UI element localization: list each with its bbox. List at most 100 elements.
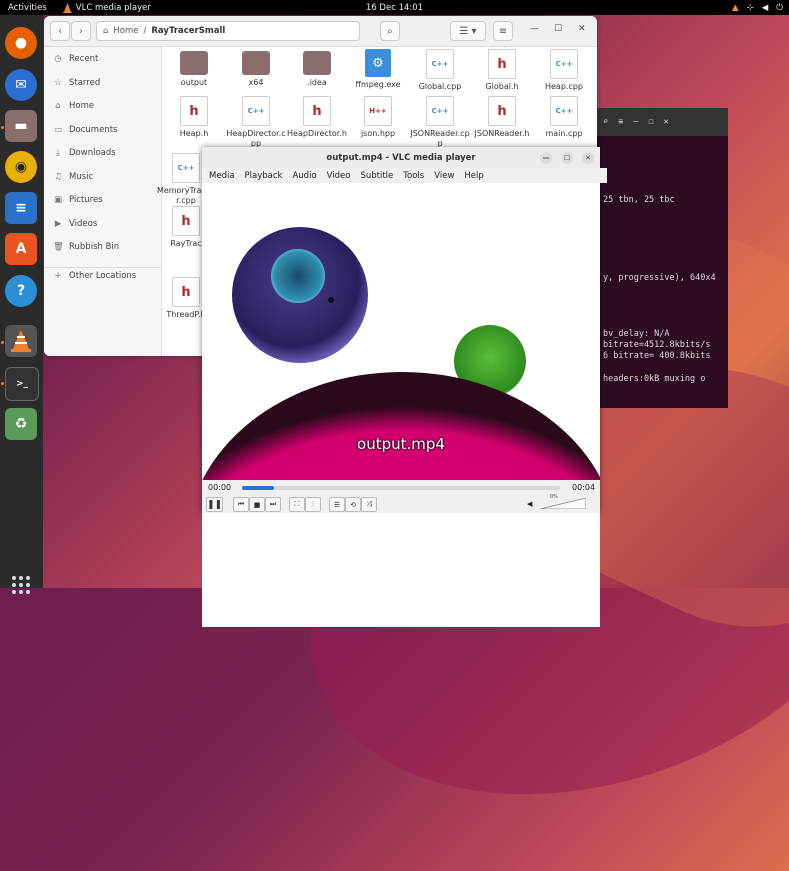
file-item[interactable]: output: [163, 49, 225, 88]
sidebar-item-documents[interactable]: ▭ Documents: [53, 125, 117, 135]
sidebar-item-label: Documents: [69, 125, 118, 135]
system-tray[interactable]: ▲ ⊹ ◀ ⏻: [732, 3, 783, 13]
playlist-button[interactable]: ☰: [329, 497, 345, 512]
sidebar-item-downloads[interactable]: ⤓ Downloads: [53, 148, 116, 158]
running-indicator: [1, 382, 4, 385]
star-icon: ☆: [54, 78, 62, 88]
maximize-icon[interactable]: ☐: [561, 152, 573, 164]
loop-button[interactable]: ⟲: [345, 497, 361, 512]
file-item[interactable]: C++ JSONReader.cpp: [409, 96, 471, 149]
vlc-titlebar[interactable]: output.mp4 - VLC media player — ☐ ✕: [202, 147, 600, 168]
menu-playback[interactable]: Playback: [245, 171, 283, 181]
power-icon[interactable]: ⏻: [776, 3, 783, 13]
terminal-icon[interactable]: >_: [5, 367, 39, 401]
sidebar-item-pictures[interactable]: ▣ Pictures: [53, 195, 103, 205]
fullscreen-button[interactable]: ⛶: [289, 497, 305, 512]
file-item[interactable]: h Heap.h: [163, 96, 225, 139]
software-center-icon[interactable]: A: [5, 233, 37, 265]
previous-button[interactable]: ⏮: [233, 497, 249, 512]
clock[interactable]: 16 Dec 14:01: [366, 3, 423, 13]
sidebar-item-rubbish-bin[interactable]: 🗑 Rubbish Bin: [53, 242, 119, 252]
sidebar-item-home[interactable]: ⌂ Home: [53, 101, 94, 111]
file-item[interactable]: C++ Heap.cpp: [533, 49, 595, 92]
video-area[interactable]: output.mp4: [202, 183, 600, 627]
file-item[interactable]: H++ json.hpp: [347, 96, 409, 139]
file-item[interactable]: h Global.h: [471, 49, 533, 92]
sidebar-item-starred[interactable]: ☆ Starred: [53, 78, 100, 88]
seek-bar[interactable]: [242, 486, 560, 490]
gear-icon: ⚙: [365, 49, 391, 77]
trash-icon[interactable]: ♻: [5, 408, 37, 440]
writer-icon[interactable]: ≡: [5, 192, 37, 224]
menu-subtitle[interactable]: Subtitle: [360, 171, 393, 181]
breadcrumb-current[interactable]: RayTracerSmall: [151, 26, 225, 36]
network-icon[interactable]: ⊹: [747, 3, 754, 13]
volume-icon[interactable]: ◀: [762, 3, 769, 13]
extended-settings-button[interactable]: ⫶: [305, 497, 321, 512]
rhythmbox-icon[interactable]: ◉: [5, 151, 37, 183]
close-icon[interactable]: ✕: [582, 152, 594, 164]
breadcrumb-home[interactable]: Home: [113, 26, 138, 36]
file-item[interactable]: .idea: [286, 49, 348, 88]
forward-button[interactable]: ›: [71, 21, 91, 41]
vlc-icon[interactable]: [5, 325, 37, 357]
terminal-line: 25 tbn, 25 tbc: [603, 195, 675, 205]
close-icon[interactable]: ✕: [664, 117, 669, 127]
menu-button[interactable]: ≡: [493, 21, 513, 41]
maximize-icon[interactable]: ☐: [554, 24, 562, 34]
stop-button[interactable]: ■: [249, 497, 265, 512]
warning-icon[interactable]: ▲: [732, 3, 739, 13]
next-button[interactable]: ⏭: [265, 497, 281, 512]
menu-video[interactable]: Video: [327, 171, 351, 181]
sidebar-item-other-locations[interactable]: + Other Locations: [53, 271, 136, 281]
sidebar-item-recent[interactable]: ◷ Recent: [53, 54, 98, 64]
sidebar-item-videos[interactable]: ▶ Videos: [53, 219, 98, 229]
file-item[interactable]: ⚙ ffmpeg.exe: [347, 49, 409, 90]
cpp-file-icon: C++: [550, 49, 578, 79]
activities-button[interactable]: Activities: [0, 3, 55, 13]
file-item[interactable]: C++ Global.cpp: [409, 49, 471, 92]
minimize-icon[interactable]: —: [540, 152, 552, 164]
file-item[interactable]: C++ HeapDirector.cpp: [225, 96, 287, 149]
sidebar-item-label: Videos: [69, 219, 98, 229]
pause-button[interactable]: ❚❚: [206, 497, 223, 512]
search-icon[interactable]: ⌕: [603, 117, 608, 127]
firefox-icon[interactable]: ●: [5, 27, 37, 59]
speaker-icon[interactable]: ◀: [527, 500, 532, 508]
file-item[interactable]: C++ main.cpp: [533, 96, 595, 139]
file-item[interactable]: h JSONReader.h: [471, 96, 533, 139]
search-button[interactable]: ⌕: [380, 21, 400, 41]
file-label: JSONReader.cpp: [410, 129, 470, 148]
trash-icon: 🗑: [53, 242, 64, 252]
file-label: Heap.h: [179, 129, 209, 138]
breadcrumb[interactable]: ⌂ Home / RayTracerSmall: [96, 21, 360, 41]
vlc-cone-icon: [62, 2, 72, 13]
sidebar-item-music[interactable]: ♫ Music: [53, 172, 93, 182]
vlc-window[interactable]: output.mp4 - VLC media player — ☐ ✕ Medi…: [202, 147, 607, 627]
terminal-line: headers:0kB muxing o: [603, 374, 706, 384]
volume-percent: 0%: [550, 494, 558, 500]
menu-audio[interactable]: Audio: [292, 171, 316, 181]
minimize-icon[interactable]: —: [530, 24, 539, 34]
menu-help[interactable]: Help: [464, 171, 483, 181]
file-item[interactable]: x64: [225, 49, 287, 88]
shuffle-button[interactable]: ⤨: [361, 497, 377, 512]
menu-media[interactable]: Media: [209, 171, 235, 181]
app-menu[interactable]: VLC media player: [62, 2, 151, 13]
terminal-window[interactable]: ⌕ ≡ — ☐ ✕ 25 tbn, 25 tbc y, progressive)…: [597, 108, 728, 408]
show-apps-button[interactable]: [12, 576, 30, 594]
file-item[interactable]: h HeapDirector.h: [286, 96, 348, 139]
cpp-file-icon: C++: [426, 96, 454, 126]
menu-view[interactable]: View: [434, 171, 454, 181]
menu-tools[interactable]: Tools: [403, 171, 424, 181]
back-button[interactable]: ‹: [50, 21, 70, 41]
minimize-icon[interactable]: —: [633, 117, 638, 127]
menu-icon[interactable]: ≡: [618, 117, 623, 127]
view-toggle-button[interactable]: ☰ ▾: [450, 21, 486, 41]
maximize-icon[interactable]: ☐: [648, 117, 653, 127]
thunderbird-icon[interactable]: ✉: [5, 69, 37, 101]
close-icon[interactable]: ✕: [578, 24, 586, 34]
volume-slider[interactable]: 0%: [539, 494, 587, 510]
help-icon[interactable]: ?: [5, 275, 37, 307]
files-icon[interactable]: ▬: [5, 110, 37, 142]
